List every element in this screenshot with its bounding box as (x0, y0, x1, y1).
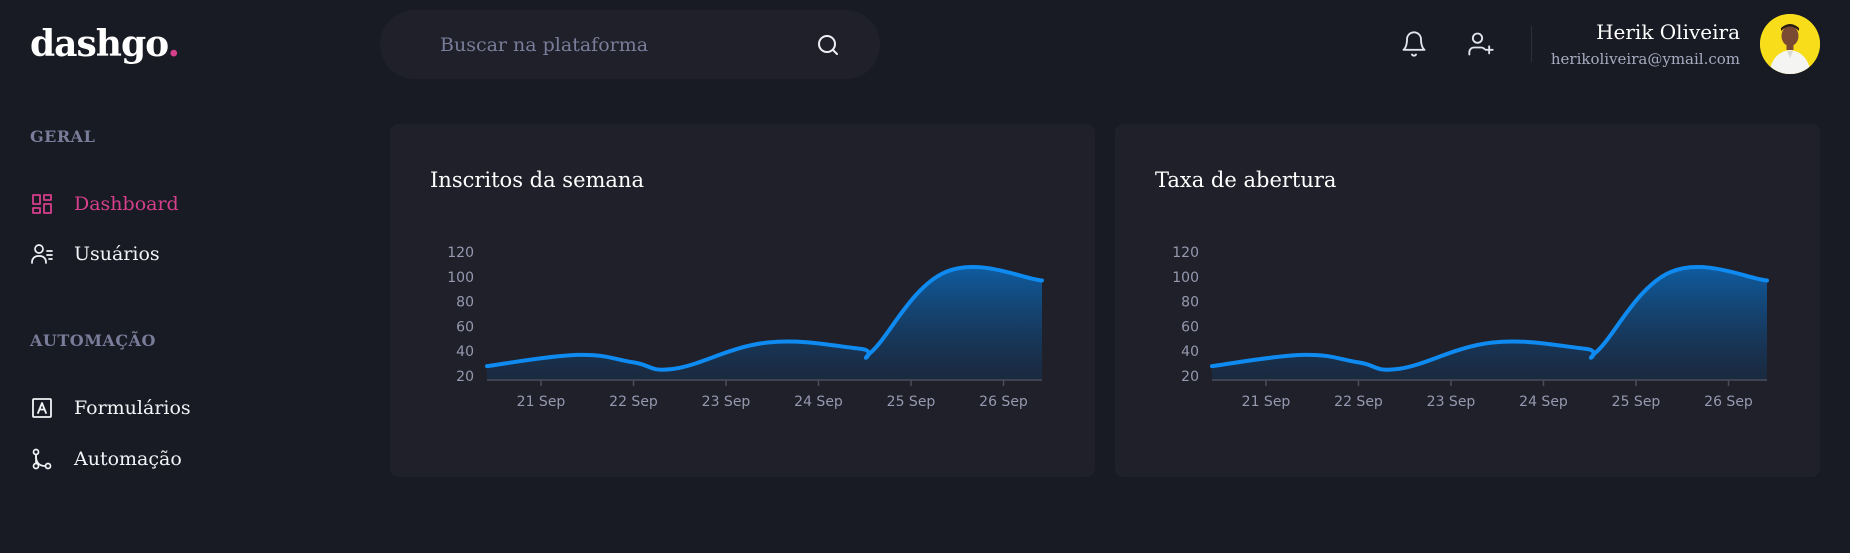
search-icon[interactable] (816, 33, 840, 57)
y-tick-label: 120 (1172, 245, 1199, 261)
top-header: dashgo. Herik Oliveira herikoliveira@yma… (0, 0, 1850, 90)
y-tick-label: 80 (1181, 295, 1199, 311)
avatar-image (1760, 14, 1820, 74)
subscribers-chart: 20 40 60 80 100 120 21 Sep 22 Sep 23 Sep 24 Sep 25… (447, 245, 1044, 410)
search-input[interactable] (438, 10, 778, 79)
x-tick-label: 24 Sep (1519, 394, 1568, 410)
x-tick-label: 25 Sep (887, 394, 936, 410)
logo-text: dashgo (30, 23, 168, 65)
logo-dot: . (167, 23, 181, 65)
y-tick-label: 20 (456, 369, 474, 385)
x-tick-label: 24 Sep (794, 394, 843, 410)
x-tick-label: 25 Sep (1612, 394, 1661, 410)
sidebar-item-automacao[interactable]: Automação (30, 444, 182, 474)
users-icon (31, 244, 53, 264)
sidebar-item-usuarios[interactable]: Usuários (30, 239, 160, 269)
sidebar-item-label: Usuários (74, 243, 160, 265)
x-tick-label: 26 Sep (979, 394, 1028, 410)
form-icon (32, 398, 52, 418)
sidebar-item-label: Dashboard (74, 193, 179, 215)
sidebar-section-automacao: AUTOMAÇÃO (30, 331, 156, 350)
y-tick-label: 20 (1181, 369, 1199, 385)
sidebar-item-dashboard[interactable]: Dashboard (30, 189, 179, 219)
profile-name: Herik Oliveira (1596, 20, 1740, 44)
chart-card-abertura: Taxa de abertura 20 40 60 80 100 120 21 Sep 22 … (1115, 124, 1820, 477)
chart-area (1212, 266, 1767, 380)
header-divider (1531, 26, 1532, 62)
logo[interactable]: dashgo. (30, 20, 181, 68)
sidebar-item-label: Automação (74, 448, 182, 470)
y-tick-label: 100 (447, 270, 474, 286)
x-tick-label: 21 Sep (1242, 394, 1291, 410)
sidebar-section-geral: GERAL (30, 127, 96, 146)
dashboard-icon (32, 194, 52, 214)
user-add-icon[interactable] (1467, 30, 1495, 58)
y-tick-label: 40 (456, 344, 474, 360)
card-title: Taxa de abertura (1155, 168, 1337, 192)
x-tick-label: 21 Sep (517, 394, 566, 410)
card-title: Inscritos da semana (430, 168, 644, 192)
x-tick-label: 23 Sep (1427, 394, 1476, 410)
chart-area (487, 266, 1042, 380)
x-tick-label: 22 Sep (609, 394, 658, 410)
y-tick-label: 60 (456, 319, 474, 335)
y-tick-label: 40 (1181, 344, 1199, 360)
y-tick-label: 100 (1172, 270, 1199, 286)
y-tick-label: 120 (447, 245, 474, 261)
chart-card-inscritos: Inscritos da semana 20 40 60 80 100 120 21 Sep… (390, 124, 1095, 477)
avatar[interactable] (1760, 14, 1820, 74)
x-tick-label: 26 Sep (1704, 394, 1753, 410)
sidebar-item-formularios[interactable]: Formulários (30, 393, 191, 423)
x-tick-label: 22 Sep (1334, 394, 1383, 410)
x-tick-label: 23 Sep (702, 394, 751, 410)
y-tick-label: 60 (1181, 319, 1199, 335)
profile-email: herikoliveira@ymail.com (1550, 50, 1740, 68)
y-tick-label: 80 (456, 295, 474, 311)
git-merge-icon (32, 448, 52, 470)
search-box[interactable] (380, 10, 880, 79)
sidebar-item-label: Formulários (74, 397, 191, 419)
open-rate-chart: 20 40 60 80 100 120 21 Sep 22 Sep 23 Sep 24 Sep 25… (1172, 245, 1769, 410)
bell-icon[interactable] (1400, 30, 1428, 58)
